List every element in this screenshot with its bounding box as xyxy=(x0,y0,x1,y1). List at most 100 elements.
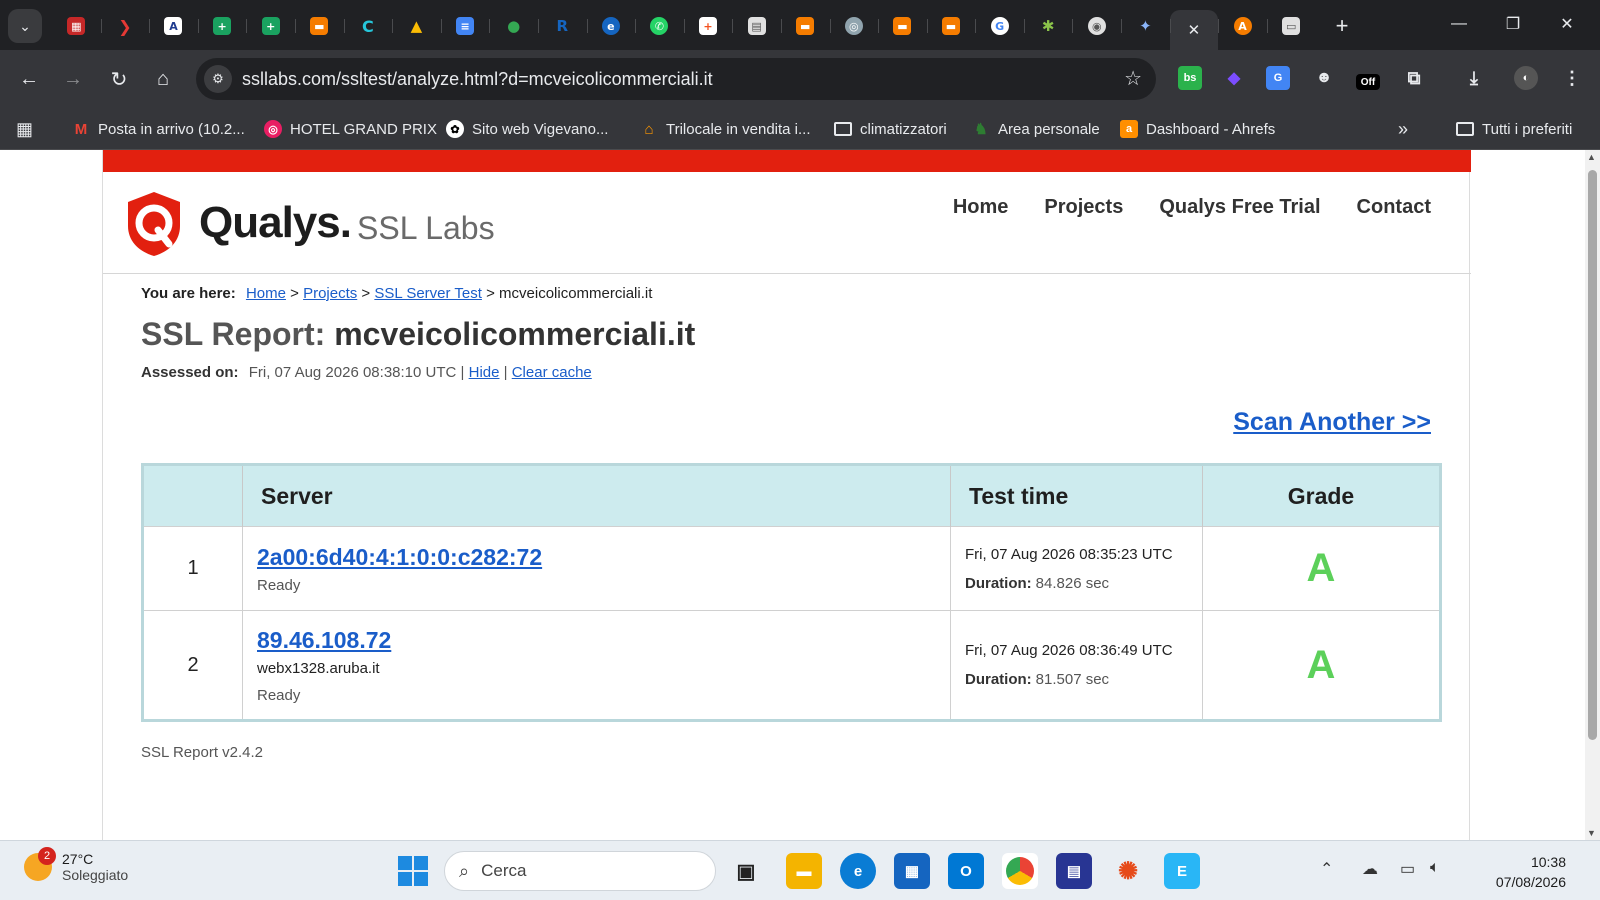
grade-badge[interactable]: A xyxy=(1202,610,1441,721)
url-text[interactable]: ssllabs.com/ssltest/analyze.html?d=mcvei… xyxy=(242,69,713,90)
duration-value: 81.507 sec xyxy=(1035,671,1110,688)
onedrive-icon[interactable]: ☁ xyxy=(1362,859,1378,879)
taskbar-search[interactable]: ⌕ Cerca xyxy=(444,851,716,891)
house-icon: ⌂ xyxy=(644,120,654,138)
close-window-button[interactable]: ✕ xyxy=(1544,8,1590,40)
apps-grid-icon[interactable]: ▦ xyxy=(16,117,33,141)
tab-search-button[interactable]: ⌄ xyxy=(8,9,42,43)
profile-avatar[interactable]: ◐ xyxy=(1514,66,1538,90)
bookmark-item[interactable]: ⌂ Trilocale in vendita i... xyxy=(640,117,811,141)
server-link[interactable]: 2a00:6d40:4:1:0:0:c282:72 xyxy=(257,544,950,571)
whatsapp-icon: ✆ xyxy=(650,17,669,35)
tab[interactable]: e xyxy=(586,10,636,42)
bookmark-item[interactable]: a Dashboard - Ahrefs xyxy=(1120,117,1275,141)
tab[interactable]: ❯ xyxy=(100,10,150,42)
bookmark-folder[interactable]: climatizzatori xyxy=(834,117,947,141)
task-view-icon[interactable]: ▣ xyxy=(728,853,764,889)
more-bookmarks-icon[interactable]: » xyxy=(1398,117,1408,141)
breadcrumb-home[interactable]: Home xyxy=(246,285,286,302)
tab[interactable]: + xyxy=(246,10,295,42)
extension-diamond-icon[interactable]: ◆ xyxy=(1222,66,1246,90)
minimize-button[interactable]: — xyxy=(1436,8,1482,40)
bookmark-item[interactable]: M Posta in arrivo (10.2... xyxy=(72,117,245,141)
all-bookmarks-folder[interactable]: Tutti i preferiti xyxy=(1456,117,1572,141)
tab-active-ssllabs[interactable]: ✕ xyxy=(1169,10,1219,50)
tab[interactable]: ✆ xyxy=(635,10,684,42)
tab[interactable]: ▬ xyxy=(294,10,344,42)
tab[interactable]: ● xyxy=(489,10,538,42)
grade-badge[interactable]: A xyxy=(1202,526,1441,611)
home-button[interactable]: ⌂ xyxy=(148,64,178,94)
outlook-icon[interactable]: O xyxy=(948,853,984,889)
tab[interactable]: A xyxy=(149,10,198,42)
bookmark-item[interactable]: ✿ Sito web Vigevano... xyxy=(446,117,608,141)
restore-button[interactable]: ❐ xyxy=(1490,8,1536,40)
breadcrumb-ssl-server-test[interactable]: SSL Server Test xyxy=(374,285,482,302)
bookmark-item[interactable]: ◎ HOTEL GRAND PRIX xyxy=(264,117,437,141)
edge-icon[interactable]: e xyxy=(840,853,876,889)
start-button[interactable] xyxy=(398,856,428,886)
file-explorer-icon[interactable]: ▬ xyxy=(786,853,822,889)
network-icon[interactable]: ▭ xyxy=(1400,859,1415,879)
claude-icon[interactable]: ✺ xyxy=(1110,853,1146,889)
tab[interactable]: ◉ xyxy=(1072,10,1121,42)
store-icon[interactable]: ▦ xyxy=(894,853,930,889)
tab[interactable]: G xyxy=(975,10,1024,42)
breadcrumb-projects[interactable]: Projects xyxy=(303,285,357,302)
bookmark-star-icon[interactable]: ☆ xyxy=(1124,66,1142,91)
bookmark-item[interactable]: ♞ Area personale xyxy=(972,117,1099,141)
server-link[interactable]: 89.46.108.72 xyxy=(257,627,950,654)
tab[interactable]: + xyxy=(683,10,733,42)
extension-mask-icon[interactable]: ☻ xyxy=(1312,66,1336,90)
save-app-icon[interactable]: ▤ xyxy=(1056,853,1092,889)
tab[interactable]: ▬ xyxy=(780,10,830,42)
site-info-icon[interactable]: ⚙ xyxy=(204,65,232,93)
download-icon[interactable]: ⤓ xyxy=(1462,66,1486,90)
tab[interactable]: ▲ xyxy=(392,10,441,42)
weather-widget[interactable]: 2 27°C Soleggiato xyxy=(24,847,128,883)
nav-contact[interactable]: Contact xyxy=(1357,196,1431,219)
tab[interactable]: ▤ xyxy=(732,10,781,42)
tab[interactable]: + xyxy=(197,10,247,42)
close-icon[interactable]: ✕ xyxy=(1185,21,1203,39)
tab[interactable]: ▦ xyxy=(52,10,101,42)
tab[interactable]: ▬ xyxy=(926,10,976,42)
chrome-taskbar-icon[interactable] xyxy=(1002,853,1038,889)
bookmark-label: Trilocale in vendita i... xyxy=(666,120,811,138)
hide-link[interactable]: Hide xyxy=(469,364,500,381)
nav-home[interactable]: Home xyxy=(953,196,1009,219)
reload-button[interactable]: ↻ xyxy=(104,64,134,94)
back-button[interactable]: ← xyxy=(14,64,44,94)
forward-button[interactable]: → xyxy=(58,64,88,94)
tab[interactable]: ▬ xyxy=(878,10,927,42)
tab[interactable]: ≡ xyxy=(440,10,490,42)
scroll-thumb[interactable] xyxy=(1588,170,1597,740)
tab[interactable]: ✱ xyxy=(1023,10,1073,42)
scroll-up-icon[interactable]: ▲ xyxy=(1587,152,1596,162)
menu-kebab-icon[interactable]: ⋮ xyxy=(1560,66,1584,90)
translate-icon[interactable]: G xyxy=(1266,66,1290,90)
new-tab-button[interactable]: + xyxy=(1328,12,1356,40)
scroll-down-icon[interactable]: ▼ xyxy=(1587,828,1596,838)
tab[interactable]: R xyxy=(537,10,587,42)
volume-icon[interactable]: 🔈︎ xyxy=(1430,859,1440,877)
extension-off-badge[interactable]: Off xyxy=(1356,74,1380,90)
tab[interactable]: C xyxy=(343,10,393,42)
nav-projects[interactable]: Projects xyxy=(1044,196,1123,219)
tab[interactable]: ▭ xyxy=(1266,10,1316,42)
tab[interactable]: ✦ xyxy=(1121,10,1170,42)
scan-another-link[interactable]: Scan Another >> xyxy=(1233,408,1431,437)
extensions-puzzle-icon[interactable]: ⧉ xyxy=(1402,66,1426,90)
extension-bs-icon[interactable]: bs xyxy=(1178,66,1202,90)
clear-cache-link[interactable]: Clear cache xyxy=(512,364,592,381)
chevron-up-icon[interactable]: ⌃ xyxy=(1320,859,1333,879)
test-time: Fri, 07 Aug 2026 08:36:49 UTC xyxy=(965,642,1173,659)
tab[interactable]: A xyxy=(1218,10,1267,42)
address-bar[interactable]: ⚙ ssllabs.com/ssltest/analyze.html?d=mcv… xyxy=(196,58,1156,100)
nav-free-trial[interactable]: Qualys Free Trial xyxy=(1159,196,1320,219)
brand-name[interactable]: Qualys. xyxy=(199,198,352,248)
page-scrollbar[interactable]: ▲ ▼ xyxy=(1585,150,1600,840)
app-e-icon[interactable]: E xyxy=(1164,853,1200,889)
tab[interactable]: ◎ xyxy=(829,10,879,42)
system-clock[interactable]: 10:38 07/08/2026 xyxy=(1496,852,1566,892)
